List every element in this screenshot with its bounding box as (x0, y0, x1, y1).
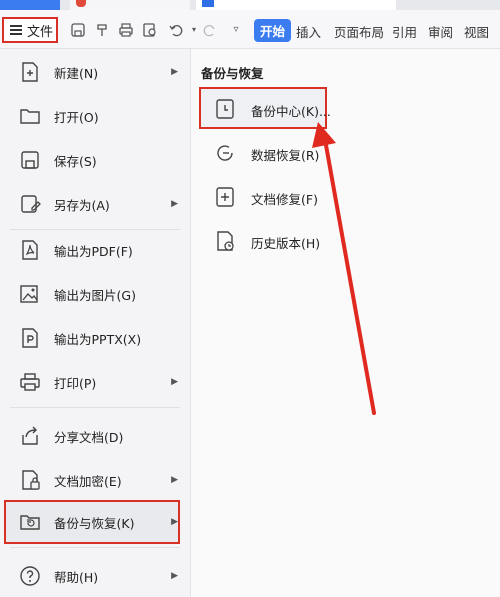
chevron-right-icon: ▶ (171, 517, 178, 527)
menu-item-backup-restore[interactable]: 备份与恢复(K) ▶ (0, 501, 190, 543)
menu-item-export-pdf[interactable]: 输出为PDF(F) (0, 229, 190, 271)
menu-item-export-pptx[interactable]: 输出为PPTX(X) (0, 317, 190, 359)
submenu-item-label: 文档修复(F) (251, 192, 318, 207)
menu-item-export-image[interactable]: 输出为图片(G) (0, 273, 190, 315)
new-doc-icon (18, 60, 42, 84)
chevron-right-icon: ▶ (171, 67, 178, 77)
tab-start[interactable]: 开始 (254, 19, 292, 42)
menu-item-help[interactable]: 帮助(H) ▶ (0, 555, 190, 597)
folder-icon (18, 104, 42, 128)
menu-item-label: 输出为图片(G) (54, 287, 136, 303)
menu-item-save[interactable]: 保存(S) (0, 139, 190, 181)
format-painter-icon[interactable] (94, 22, 110, 38)
document-tab[interactable] (70, 0, 190, 10)
chevron-right-icon: ▶ (171, 377, 178, 387)
chevron-right-icon: ▶ (171, 475, 178, 485)
menu-item-label: 输出为PPTX(X) (54, 331, 142, 347)
chevron-right-icon: ▶ (171, 199, 178, 209)
word-doc-icon (202, 0, 214, 7)
save-icon (18, 148, 42, 172)
menu-item-label: 文档加密(E) (54, 473, 122, 489)
menu-item-label: 分享文档(D) (54, 429, 124, 445)
menu-item-label: 打印(P) (54, 375, 97, 391)
submenu-item-history-version[interactable]: 历史版本(H) (191, 221, 500, 261)
print-preview-icon[interactable] (142, 22, 158, 38)
backup-restore-submenu: 备份与恢复 备份中心(K)... 数据恢复(R) 文档修复(F) 历史版本(H) (191, 49, 500, 597)
history-version-icon (213, 229, 237, 253)
share-icon (18, 424, 42, 448)
pptx-icon (18, 326, 42, 350)
menu-item-label: 帮助(H) (54, 569, 99, 585)
toolbar: 文件 ▾ ▿ 开始 插入 页面布局 引用 审阅 视图 (0, 10, 500, 49)
submenu-item-label: 历史版本(H) (251, 236, 321, 251)
menu-item-label: 保存(S) (54, 153, 97, 169)
submenu-item-doc-repair[interactable]: 文档修复(F) (191, 177, 500, 217)
window-tab-strip (0, 0, 500, 10)
save-as-icon (18, 192, 42, 216)
submenu-item-data-recovery[interactable]: 数据恢复(R) (191, 133, 500, 173)
help-icon (18, 564, 42, 588)
app-icon (76, 0, 86, 7)
chevron-right-icon: ▶ (171, 571, 178, 581)
submenu-item-backup-center[interactable]: 备份中心(K)... (191, 89, 500, 129)
backup-icon (18, 510, 42, 534)
menu-item-save-as[interactable]: 另存为(A) ▶ (0, 183, 190, 225)
tab-references[interactable]: 引用 (392, 22, 417, 41)
menu-divider (10, 547, 180, 548)
menu-divider (10, 407, 180, 408)
image-icon (18, 282, 42, 306)
submenu-title: 备份与恢复 (201, 66, 264, 81)
menu-item-new[interactable]: 新建(N) ▶ (0, 51, 190, 93)
hamburger-icon (10, 25, 22, 35)
doc-repair-icon (213, 185, 237, 209)
menu-item-encrypt[interactable]: 文档加密(E) ▶ (0, 459, 190, 501)
home-tab[interactable] (0, 0, 60, 10)
lock-icon (18, 468, 42, 492)
submenu-item-label: 数据恢复(R) (251, 148, 320, 163)
menu-item-label: 新建(N) (54, 65, 99, 81)
file-menu-panel: 新建(N) ▶ 打开(O) 保存(S) 另存为(A) ▶ 输出为PDF(F) 输… (0, 49, 191, 597)
menu-item-label: 输出为PDF(F) (54, 243, 133, 259)
tab-page-layout[interactable]: 页面布局 (334, 22, 384, 41)
menu-item-label: 备份与恢复(K) (54, 515, 135, 531)
print-icon (18, 370, 42, 394)
pdf-icon (18, 238, 42, 262)
data-recovery-icon (213, 141, 237, 165)
menu-item-label: 打开(O) (54, 109, 99, 125)
customize-toolbar-icon[interactable]: ▿ (228, 22, 244, 38)
redo-icon[interactable] (202, 22, 218, 38)
backup-center-icon (213, 97, 237, 121)
menu-item-label: 另存为(A) (54, 197, 110, 213)
undo-icon[interactable] (168, 22, 184, 38)
menu-item-print[interactable]: 打印(P) ▶ (0, 361, 190, 403)
file-menu-label: 文件 (27, 24, 54, 40)
save-quick-icon[interactable] (70, 22, 86, 38)
active-document-tab[interactable] (196, 0, 396, 10)
tab-view[interactable]: 视图 (464, 22, 489, 41)
tab-insert[interactable]: 插入 (296, 22, 321, 41)
undo-dropdown-icon[interactable]: ▾ (186, 22, 202, 38)
file-menu-button[interactable]: 文件 (2, 17, 58, 43)
menu-item-open[interactable]: 打开(O) (0, 95, 190, 137)
submenu-item-label: 备份中心(K)... (251, 104, 331, 119)
print-quick-icon[interactable] (118, 22, 134, 38)
menu-item-share[interactable]: 分享文档(D) (0, 415, 190, 457)
tab-review[interactable]: 审阅 (428, 22, 453, 41)
